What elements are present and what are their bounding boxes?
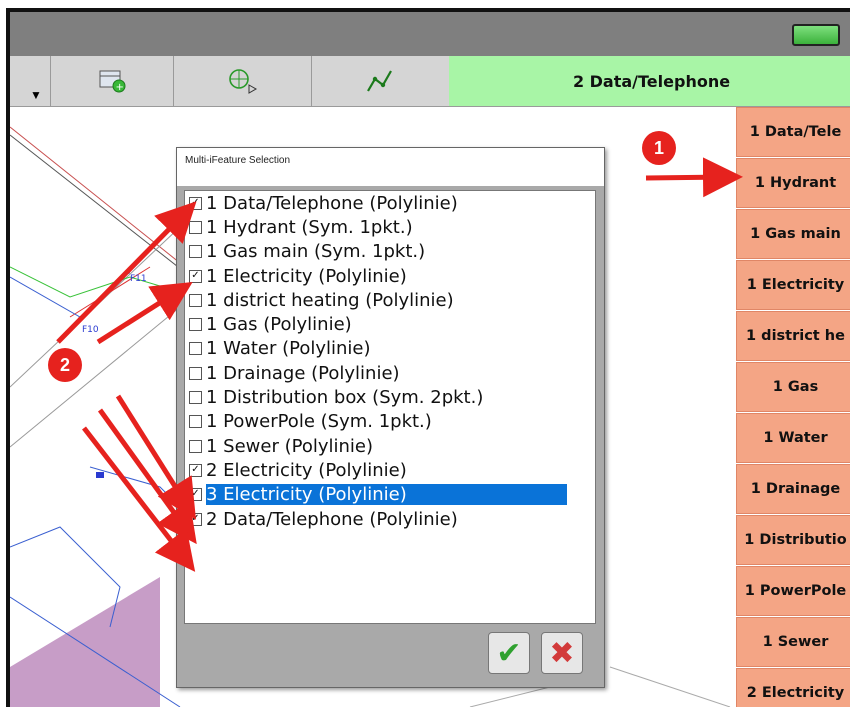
arrow-to-item-14 <box>82 426 196 572</box>
annotation-arrows <box>56 157 743 572</box>
arrow-to-item-4 <box>96 281 193 345</box>
arrow-to-item-13 <box>97 408 197 545</box>
annotation-marker-2: 2 <box>48 348 82 382</box>
annotation-marker-1: 1 <box>642 131 676 165</box>
arrow-marker-1 <box>645 157 743 198</box>
arrow-to-item-1 <box>56 201 197 344</box>
